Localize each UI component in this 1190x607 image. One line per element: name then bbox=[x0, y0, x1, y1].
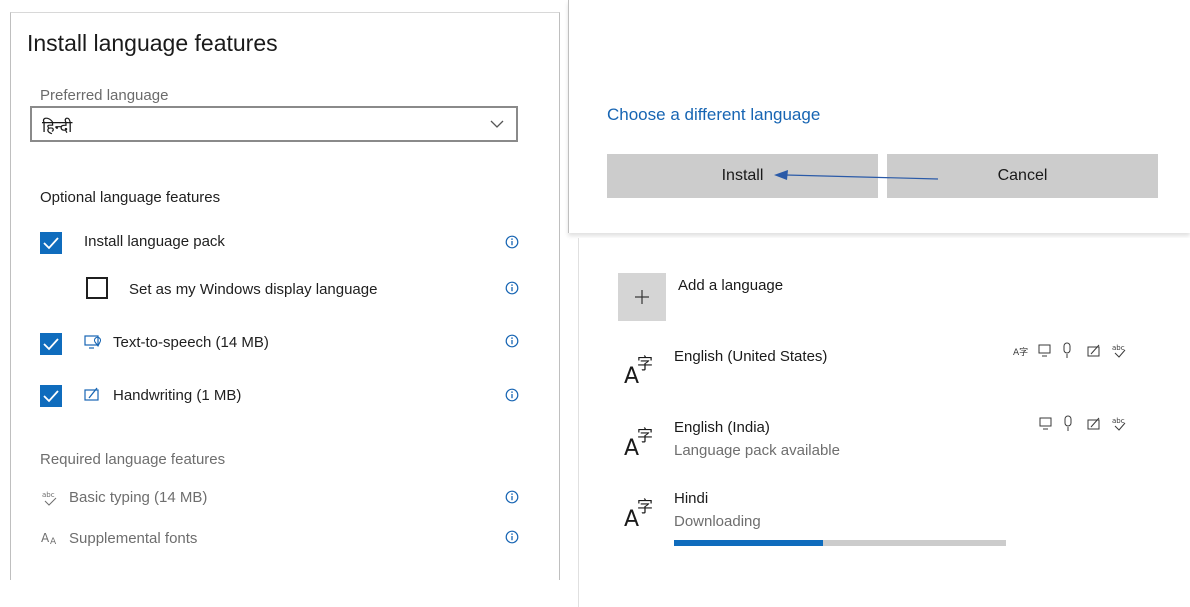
handwriting-label: Handwriting (1 MB) bbox=[113, 387, 242, 404]
install-language-pack-checkbox[interactable] bbox=[40, 232, 62, 254]
info-icon[interactable] bbox=[505, 388, 519, 402]
svg-text:字: 字 bbox=[637, 426, 653, 445]
info-icon[interactable] bbox=[505, 334, 519, 348]
plus-icon bbox=[635, 290, 649, 304]
language-item-english-india[interactable]: A 字 bbox=[620, 421, 660, 462]
language-feature-icons: abc bbox=[1039, 415, 1126, 431]
language-glyph-icon: A 字 bbox=[624, 426, 653, 461]
language-status: Downloading bbox=[674, 513, 761, 530]
svg-text:abc: abc bbox=[42, 491, 55, 499]
display-language-checkbox[interactable] bbox=[86, 277, 108, 299]
info-icon[interactable] bbox=[505, 490, 519, 504]
optional-features-header: Optional language features bbox=[40, 189, 221, 206]
language-name: Hindi bbox=[674, 490, 709, 507]
basic-typing-label: Basic typing (14 MB) bbox=[69, 489, 208, 506]
add-language-label: Add a language bbox=[678, 277, 784, 294]
language-status: Language pack available bbox=[674, 442, 840, 459]
svg-text:abc: abc bbox=[1112, 344, 1125, 352]
text-to-speech-checkbox[interactable] bbox=[40, 333, 62, 355]
basic-typing-icon: abc bbox=[42, 491, 57, 506]
info-icon[interactable] bbox=[505, 235, 519, 249]
preferred-language-value: हिन्दी bbox=[42, 119, 73, 136]
install-language-pack-label: Install language pack bbox=[84, 233, 225, 250]
language-item-english-us[interactable]: A 字 bbox=[620, 349, 660, 390]
supplemental-fonts-label: Supplemental fonts bbox=[69, 530, 198, 547]
add-language-button[interactable] bbox=[618, 273, 666, 321]
text-to-speech-label: Text-to-speech (14 MB) bbox=[113, 334, 269, 351]
checkmark-icon bbox=[43, 338, 59, 351]
choose-different-language-link[interactable]: Choose a different language bbox=[607, 105, 820, 125]
svg-text:A: A bbox=[50, 537, 57, 546]
chevron-down-icon bbox=[490, 120, 504, 128]
preferred-language-label: Preferred language bbox=[40, 87, 169, 104]
handwriting-icon bbox=[84, 387, 99, 401]
text-to-speech-icon bbox=[84, 335, 102, 349]
language-glyph-icon: A 字 bbox=[624, 354, 653, 389]
annotation-arrow-icon bbox=[774, 170, 939, 180]
language-glyph-icon: A 字 bbox=[624, 497, 653, 532]
language-feature-icons: A字 abc bbox=[1013, 342, 1126, 358]
language-name: English (India) bbox=[674, 419, 770, 436]
svg-text:字: 字 bbox=[637, 497, 653, 516]
language-item-hindi[interactable]: A 字 bbox=[620, 492, 660, 533]
handwriting-checkbox[interactable] bbox=[40, 385, 62, 407]
info-icon[interactable] bbox=[505, 281, 519, 295]
dialog-title: Install language features bbox=[27, 30, 278, 56]
display-language-label: Set as my Windows display language bbox=[129, 281, 378, 298]
checkmark-icon bbox=[43, 390, 59, 403]
download-progress-fill bbox=[674, 540, 824, 546]
info-icon[interactable] bbox=[505, 530, 519, 544]
required-features-header: Required language features bbox=[40, 451, 226, 468]
svg-text:字: 字 bbox=[637, 354, 653, 373]
svg-text:A字: A字 bbox=[1013, 346, 1028, 358]
svg-text:abc: abc bbox=[1112, 417, 1125, 425]
checkmark-icon bbox=[43, 237, 59, 250]
svg-text:A: A bbox=[41, 531, 50, 545]
supplemental-fonts-icon: A A bbox=[41, 531, 57, 546]
preferred-language-select[interactable]: हिन्दी bbox=[30, 106, 518, 142]
download-progress-bar bbox=[674, 540, 1006, 546]
language-name: English (United States) bbox=[674, 348, 828, 365]
